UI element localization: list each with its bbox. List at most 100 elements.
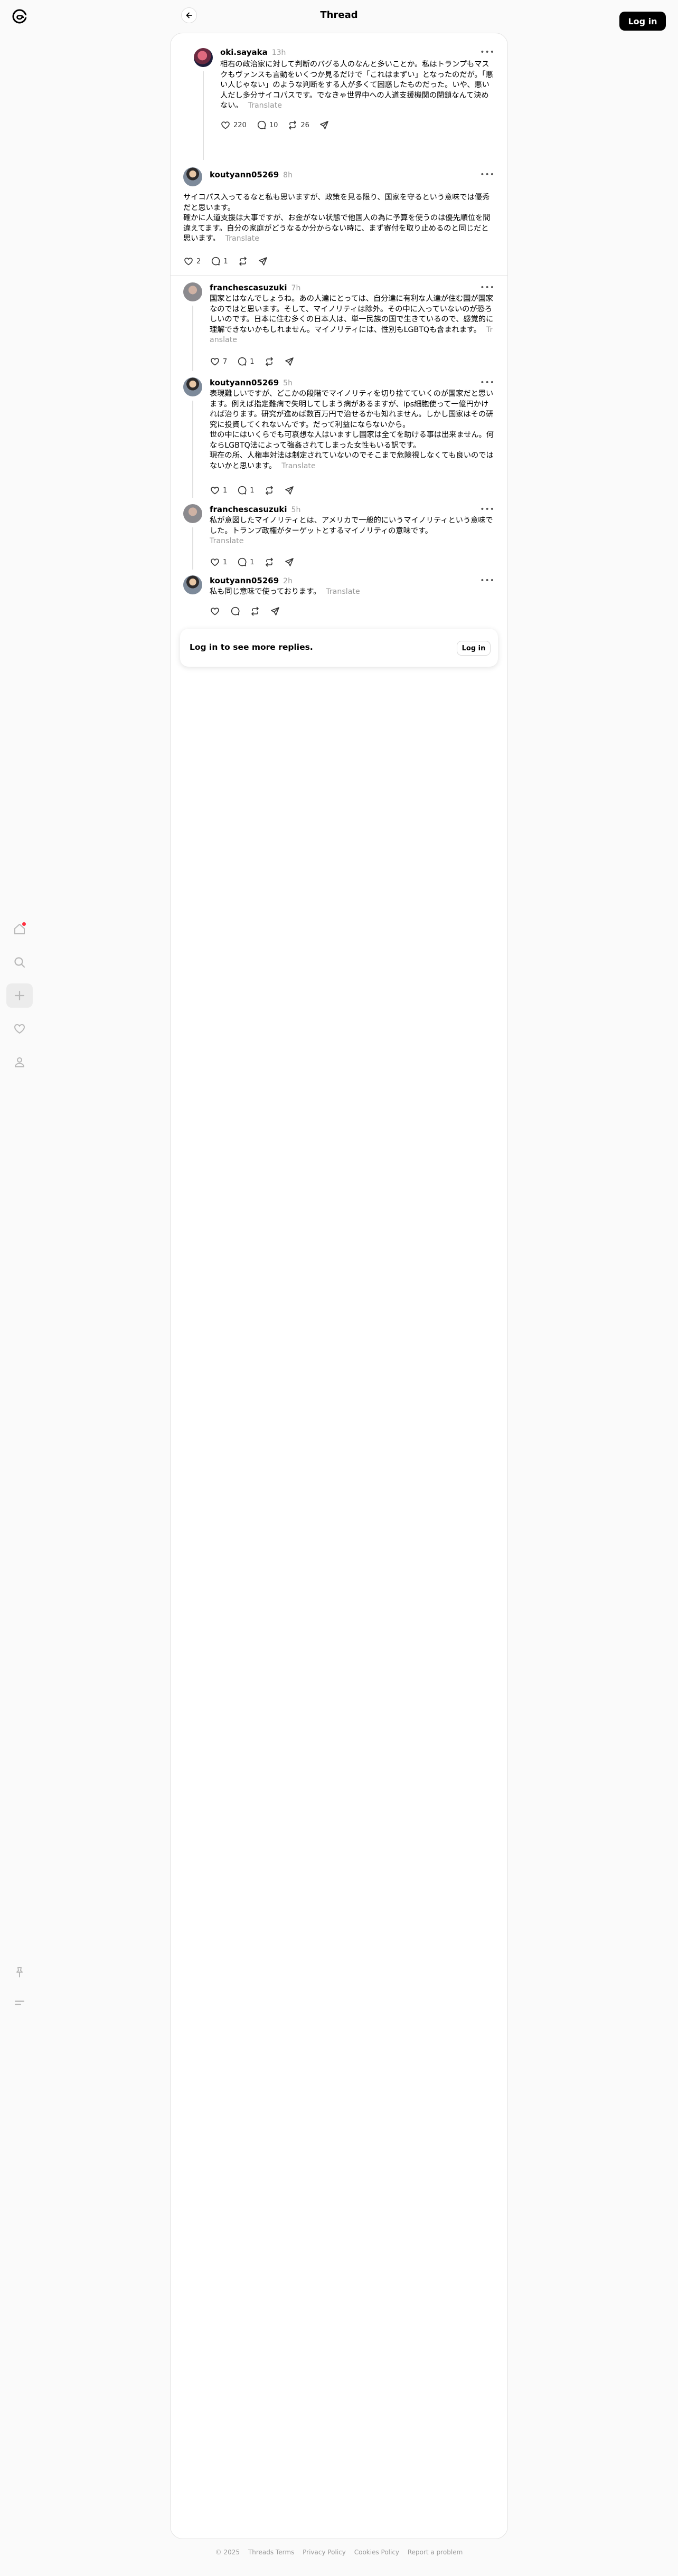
post-text: 相右の政治家に対して判断のバグる人のなんと多いことか。私はトランプもマスクもヴァ… (220, 60, 493, 110)
plus-icon (13, 989, 26, 1002)
post-franchescasuzuki: franchescasuzuki 7h ••• 国家とはなんでしょうね。あの人達に… (183, 280, 497, 375)
login-button[interactable]: Log in (619, 12, 666, 31)
post-actions: 7 1 (210, 355, 304, 368)
like-button[interactable]: 2 (183, 256, 201, 267)
footer-link-terms[interactable]: Threads Terms (248, 2549, 294, 2556)
avatar[interactable] (183, 575, 202, 594)
reply-button[interactable]: 1 (237, 557, 255, 567)
username[interactable]: koutyann05269 (210, 378, 279, 387)
translate-link[interactable]: Translate (210, 537, 243, 545)
timestamp: 2h (283, 577, 293, 585)
share-button[interactable] (284, 557, 295, 567)
nav-profile[interactable] (6, 1050, 33, 1074)
repost-button[interactable] (238, 256, 248, 267)
timestamp: 8h (283, 171, 293, 179)
translate-link[interactable]: Translate (281, 462, 315, 470)
username[interactable]: franchescasuzuki (210, 505, 287, 514)
share-button[interactable] (319, 120, 329, 130)
like-button[interactable]: 220 (220, 120, 247, 130)
share-button[interactable] (284, 485, 295, 496)
username[interactable]: koutyann05269 (210, 576, 279, 585)
repost-icon (264, 485, 275, 496)
login-prompt-button[interactable]: Log in (457, 641, 491, 656)
repost-icon (238, 256, 248, 267)
more-options-button[interactable]: ••• (480, 576, 495, 585)
avatar[interactable] (183, 504, 202, 523)
post-text: 私が意図したマイノリティとは、アメリカで一般的にいうマイノリティという意味でした… (210, 516, 493, 545)
repost-button[interactable] (264, 557, 275, 567)
reply-count: 1 (250, 558, 255, 566)
translate-link[interactable]: Translate (225, 234, 259, 243)
like-button[interactable] (210, 606, 220, 617)
avatar[interactable] (183, 167, 202, 186)
heart-icon (210, 557, 220, 567)
repost-icon (264, 557, 275, 567)
login-prompt-message: Log in to see more replies. (190, 642, 313, 652)
post-actions: 1 1 (210, 484, 304, 497)
more-options-button[interactable]: ••• (480, 283, 495, 292)
like-button[interactable]: 1 (210, 557, 227, 567)
repost-button[interactable] (264, 356, 275, 367)
comment-icon (237, 485, 247, 496)
like-button[interactable]: 7 (210, 356, 227, 367)
avatar[interactable] (183, 282, 202, 301)
footer-link-cookies[interactable]: Cookies Policy (354, 2549, 399, 2556)
reply-button[interactable]: 1 (237, 356, 255, 367)
more-options-button[interactable]: ••• (480, 505, 495, 514)
nav-create[interactable] (6, 983, 33, 1008)
post-koutyann05269: koutyann05269 8h ••• サイコパス入ってるなと私も思いますが、政… (183, 165, 497, 271)
repost-button[interactable] (264, 485, 275, 496)
reply-button[interactable] (230, 606, 240, 617)
post-actions: 1 1 (210, 556, 304, 569)
more-options-button[interactable]: ••• (480, 171, 495, 179)
translate-link[interactable]: Translate (326, 588, 360, 596)
footer: © 2025 Threads Terms Privacy Policy Cook… (0, 2547, 678, 2557)
username[interactable]: oki.sayaka (220, 48, 268, 57)
post-franchescasuzuki-reply: franchescasuzuki 5h ••• 私が意図したマイノリティとは、アメ… (183, 502, 497, 573)
comment-icon (237, 356, 247, 367)
like-count: 220 (233, 121, 247, 129)
divider (171, 275, 507, 276)
thread-line (192, 401, 193, 498)
post-oki-sayaka: oki.sayaka 13h ••• 相右の政治家に対して判断のバグる人のなんと多… (183, 44, 497, 165)
reply-button[interactable]: 10 (256, 120, 278, 130)
footer-link-privacy[interactable]: Privacy Policy (303, 2549, 346, 2556)
translate-link[interactable]: Translate (248, 101, 282, 110)
username[interactable]: franchescasuzuki (210, 283, 287, 292)
share-icon (284, 557, 295, 567)
share-button[interactable] (258, 256, 268, 267)
nav-home[interactable] (6, 917, 33, 941)
reply-button[interactable]: 1 (237, 485, 255, 496)
share-icon (319, 120, 329, 130)
more-options-button[interactable]: ••• (480, 48, 495, 56)
avatar[interactable] (183, 377, 202, 396)
thread-line (192, 306, 193, 371)
more-options-button[interactable]: ••• (480, 378, 495, 387)
reply-button[interactable]: 1 (210, 256, 228, 267)
share-icon (258, 256, 268, 267)
post-koutyann05269-last: koutyann05269 2h ••• 私も同じ意味で使っております。 Trans… (183, 573, 497, 605)
nav-search[interactable] (6, 950, 33, 974)
thread-line (192, 527, 193, 570)
like-button[interactable]: 1 (210, 485, 227, 496)
repost-button[interactable] (250, 606, 260, 617)
username[interactable]: koutyann05269 (210, 170, 279, 179)
reply-count: 1 (250, 357, 255, 366)
heart-icon (183, 256, 194, 267)
avatar[interactable] (194, 48, 213, 67)
like-count: 1 (223, 558, 228, 566)
repost-icon (264, 356, 275, 367)
repost-icon (287, 120, 298, 130)
repost-button[interactable]: 26 (287, 120, 309, 130)
post-actions: 2 1 (183, 255, 278, 268)
share-icon (284, 356, 295, 367)
share-button[interactable] (284, 356, 295, 367)
share-button[interactable] (270, 606, 280, 617)
nav-pin[interactable] (6, 1960, 33, 1984)
nav-menu[interactable] (6, 1991, 33, 2015)
footer-link-report[interactable]: Report a problem (408, 2549, 463, 2556)
notification-dot (22, 922, 26, 926)
post-text: 私も同じ意味で使っております。 Translate (210, 588, 360, 596)
like-count: 2 (196, 257, 201, 266)
nav-activity[interactable] (6, 1017, 33, 1041)
